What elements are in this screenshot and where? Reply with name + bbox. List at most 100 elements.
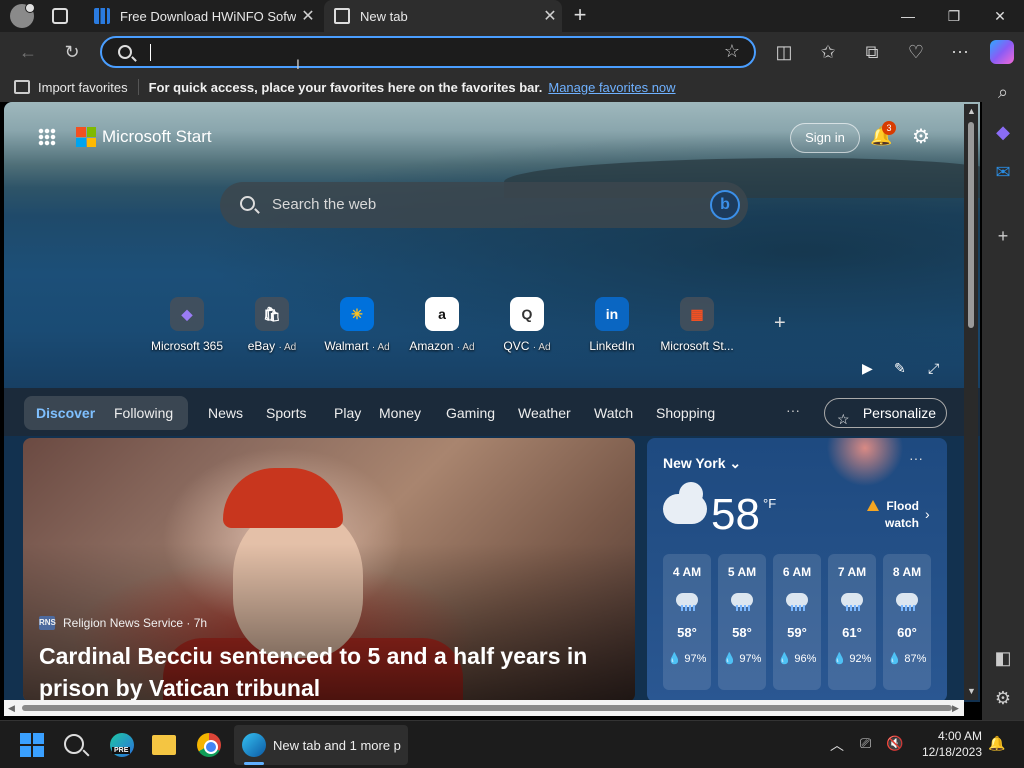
sidebar-copilot-icon[interactable]: ◆ [991, 120, 1015, 144]
favorite-star-icon[interactable]: ☆ [724, 41, 740, 62]
taskbar-search-icon[interactable] [64, 734, 84, 754]
expand-icon[interactable]: ⤢ [928, 360, 939, 377]
rain-icon [841, 593, 863, 611]
hero-background: Microsoft Start Sign in 🔔 3 ⚙ Search the… [4, 102, 980, 388]
quick-link-ebay[interactable]: 🛍 eBay · Ad [229, 297, 315, 353]
web-search-box[interactable]: Search the web b [220, 182, 748, 228]
forecast-temp: 58° [677, 625, 697, 640]
change-background-icon[interactable]: ✎ [894, 360, 906, 377]
hide-sidebar-icon[interactable]: ◧ [991, 646, 1015, 670]
scroll-down-icon[interactable]: ▼ [967, 686, 976, 696]
add-quick-link-button[interactable]: + [774, 312, 786, 335]
weather-location[interactable]: New York ⌄ [663, 455, 741, 472]
hourly-forecast: 4 AM 58° 💧 97% [663, 554, 711, 690]
app-launcher-icon[interactable] [38, 128, 56, 146]
news-headline[interactable]: Cardinal Becciu sentenced to 5 and a hal… [39, 640, 619, 702]
vertical-scrollbar[interactable]: ▲ ▼ [964, 104, 978, 700]
new-tab-button[interactable]: + [569, 4, 591, 26]
browser-essentials-icon[interactable]: ♡ [904, 40, 928, 64]
tray-overflow-chevron-icon[interactable]: ︿ [830, 735, 844, 755]
tab-hwinfo[interactable]: Free Download HWiNFO Sofware ✕ [84, 0, 320, 32]
taskbar: PRE New tab and 1 more pag ︿ ⎚ 🔇 4:00 AM… [0, 720, 1024, 768]
tab-money[interactable]: Money [379, 405, 421, 421]
file-explorer-icon[interactable] [152, 735, 176, 755]
volume-muted-icon[interactable]: 🔇 [886, 735, 903, 752]
import-favorites-button[interactable]: Import favorites [14, 80, 128, 95]
tab-weather[interactable]: Weather [518, 405, 571, 421]
system-clock[interactable]: 4:00 AM 12/18/2023 [912, 728, 982, 760]
news-source: RNS Religion News Service · 7h [39, 616, 207, 630]
news-card[interactable]: RNS Religion News Service · 7h Cardinal … [23, 438, 635, 702]
split-screen-icon[interactable]: ◫ [772, 40, 796, 64]
sign-in-button[interactable]: Sign in [790, 123, 860, 153]
tab-gaming[interactable]: Gaming [446, 405, 495, 421]
tab-news[interactable]: News [208, 405, 243, 421]
rain-icon [731, 593, 753, 611]
chevron-right-icon[interactable]: › [925, 506, 930, 522]
search-icon [118, 45, 132, 59]
weather-card[interactable]: New York ⌄ ··· 58 °F Flood watch › 4 AM … [647, 438, 947, 702]
scroll-right-icon[interactable]: ▶ [952, 703, 959, 714]
windows-start-icon[interactable] [20, 733, 44, 757]
play-icon[interactable]: ▶ [862, 360, 873, 377]
import-favorites-label: Import favorites [38, 79, 128, 95]
maximize-button[interactable]: ❐ [931, 0, 977, 32]
quick-link-qvc[interactable]: Q QVC · Ad [484, 297, 570, 353]
profile-avatar[interactable] [10, 3, 35, 28]
personalize-button[interactable]: ☆ Personalize [824, 398, 947, 428]
favorites-icon[interactable]: ✩ [816, 40, 840, 64]
notification-center-icon[interactable]: 🔔 [988, 735, 1005, 752]
quick-link-microsoft-365[interactable]: ◆ Microsoft 365 [144, 297, 230, 353]
sidebar-settings-icon[interactable]: ⚙ [991, 686, 1015, 710]
network-icon[interactable]: ⎚ [860, 735, 871, 752]
edge-preview-icon[interactable]: PRE [110, 733, 134, 757]
weather-alert[interactable]: Flood watch [865, 498, 919, 532]
minimize-button[interactable]: — [885, 0, 931, 32]
scrollbar-thumb[interactable] [968, 122, 974, 328]
tab-play[interactable]: Play [334, 405, 361, 421]
add-sidebar-app-icon[interactable]: + [991, 224, 1015, 248]
outlook-icon[interactable]: ✉ [991, 160, 1015, 184]
scrollbar-thumb[interactable] [22, 705, 952, 711]
temperature-unit[interactable]: °F [763, 496, 776, 511]
ad-label: · Ad [532, 342, 551, 353]
taskbar-edge-app[interactable]: New tab and 1 more pag [234, 725, 408, 765]
weather-more-icon[interactable]: ··· [909, 450, 923, 466]
tab-watch[interactable]: Watch [594, 405, 633, 421]
quick-link-microsoft-store[interactable]: ▦ Microsoft St... [654, 297, 740, 353]
page-settings-gear-icon[interactable]: ⚙ [910, 124, 932, 148]
chrome-icon[interactable] [197, 733, 221, 757]
tab-actions-icon[interactable] [52, 8, 68, 24]
horizontal-scrollbar[interactable]: ◀ ▶ [4, 700, 964, 716]
back-icon[interactable]: ← [16, 40, 40, 64]
close-window-button[interactable]: ✕ [977, 0, 1023, 32]
quick-link-linkedin[interactable]: in LinkedIn [569, 297, 655, 353]
text-caret [150, 44, 151, 61]
more-options-icon[interactable]: ⋯ [948, 40, 972, 64]
more-tabs-button[interactable]: ··· [786, 402, 800, 418]
brand-title[interactable]: Microsoft Start [102, 127, 212, 147]
quick-link-walmart[interactable]: ✳ Walmart · Ad [314, 297, 400, 353]
bing-chat-icon[interactable]: b [710, 190, 740, 220]
quick-link-amazon[interactable]: a Amazon · Ad [399, 297, 485, 353]
copilot-icon[interactable] [990, 40, 1014, 64]
address-input[interactable] [146, 42, 706, 62]
tab-new-tab[interactable]: New tab ✕ [324, 0, 562, 32]
scroll-up-icon[interactable]: ▲ [967, 106, 976, 116]
tab-shopping[interactable]: Shopping [656, 405, 715, 421]
close-tab-button[interactable]: ✕ [538, 6, 562, 26]
collections-icon[interactable]: ⧉ [860, 40, 884, 64]
sidebar-search-icon[interactable]: ⌕ [991, 80, 1015, 104]
tab-discover[interactable]: Discover [36, 405, 95, 421]
cloud-rain-icon [663, 482, 707, 524]
manage-favorites-link[interactable]: Manage favorites now [548, 80, 675, 95]
quick-link-label: eBay [247, 339, 276, 353]
microsoft-store-icon: ▦ [680, 297, 714, 331]
tab-sports[interactable]: Sports [266, 405, 306, 421]
scroll-left-icon[interactable]: ◀ [8, 703, 15, 714]
pre-badge: PRE [112, 747, 131, 754]
address-bar[interactable]: ☆ [100, 36, 756, 68]
tab-following[interactable]: Following [114, 405, 173, 421]
close-tab-button[interactable]: ✕ [296, 6, 320, 26]
refresh-icon[interactable]: ↻ [60, 40, 84, 64]
